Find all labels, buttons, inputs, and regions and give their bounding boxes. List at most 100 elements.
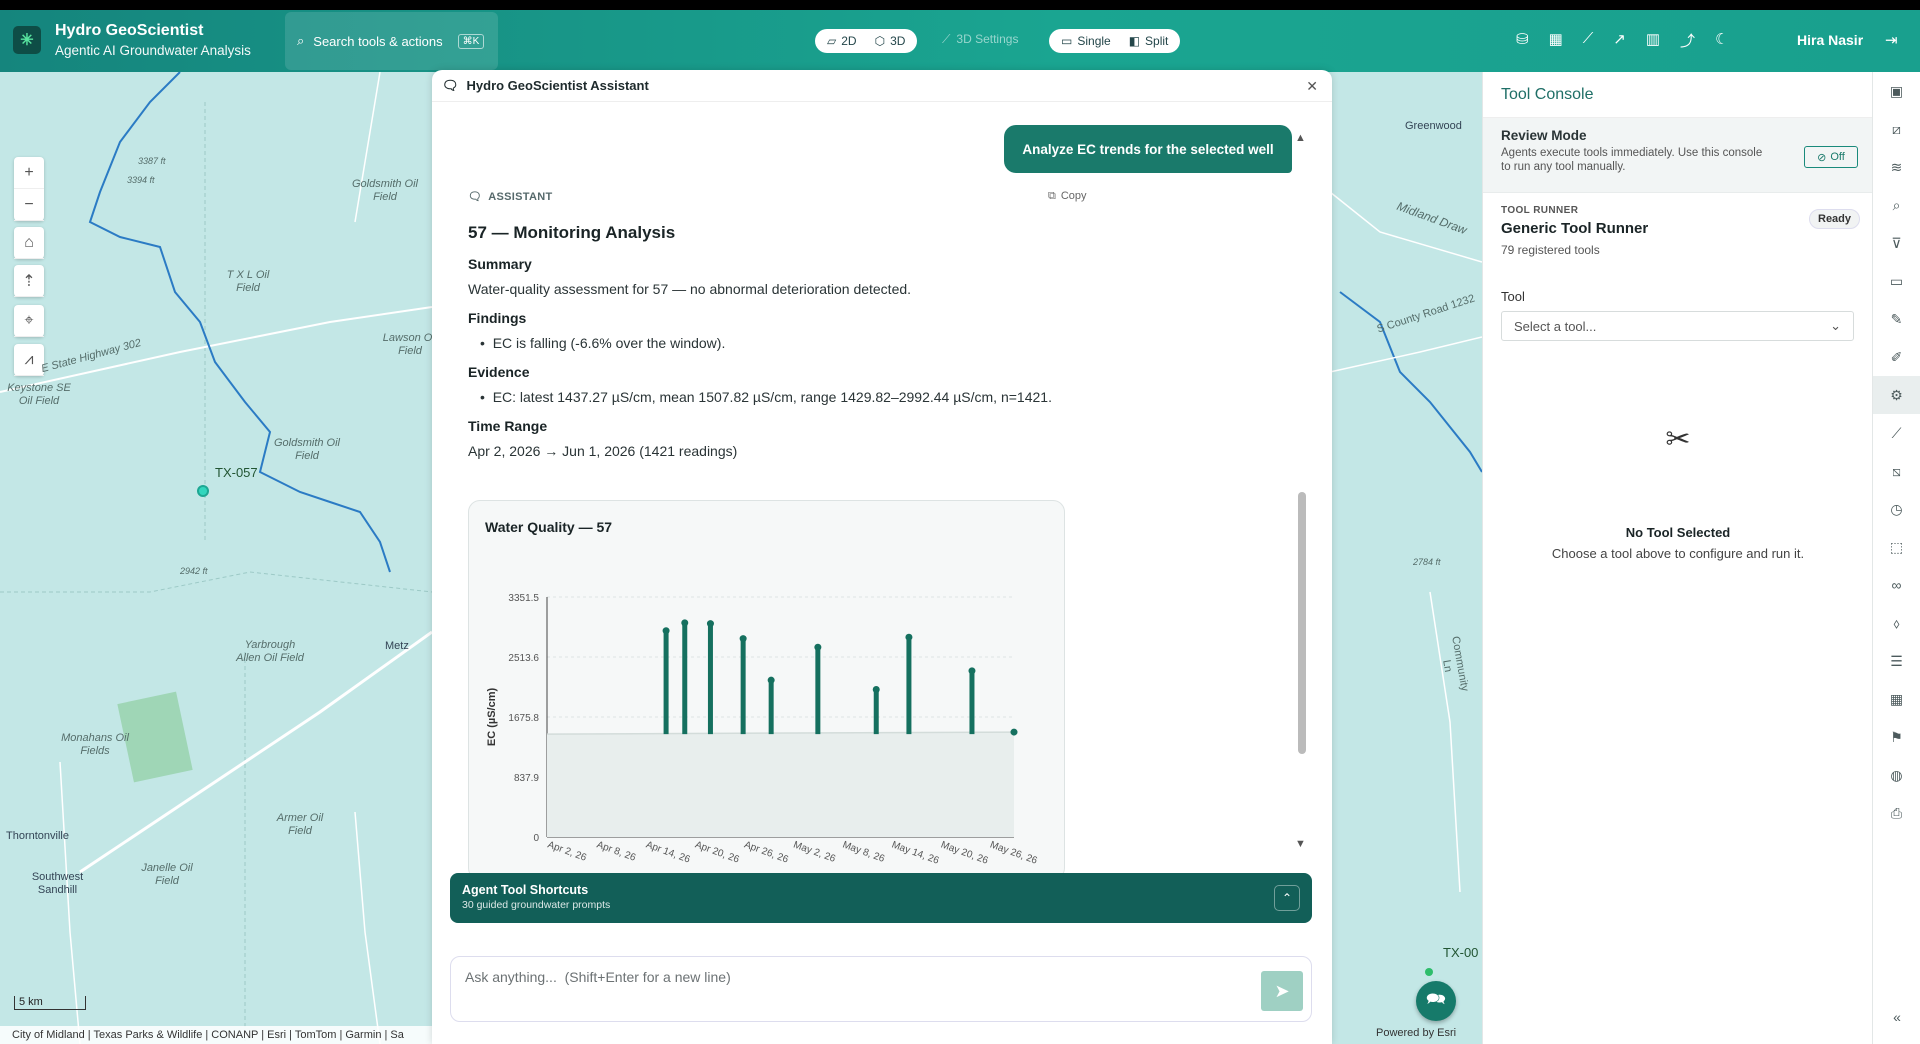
trend-icon[interactable]: ↗ bbox=[1613, 30, 1626, 51]
collapse-icon[interactable]: « bbox=[1873, 998, 1920, 1036]
tool-rail: ▣ ⧄ ≋ ⌕ ⊽ ▭ ✎ ✐ ⚙ ⟋ ⧅ ◷ ⬚ ∞ ⬨ ☰ ▦ ⚑ ◍ ⎙ … bbox=[1872, 72, 1920, 1044]
grid-icon[interactable]: ▦ bbox=[1873, 680, 1920, 718]
y-tick-label: 2513.6 bbox=[508, 653, 539, 664]
well-marker-tx00[interactable] bbox=[1425, 968, 1433, 976]
close-icon[interactable]: ✕ bbox=[1306, 78, 1318, 95]
map-label-lawson: Lawson Oil Field bbox=[382, 332, 438, 357]
3d-settings-button[interactable]: ⟋ 3D Settings bbox=[942, 32, 1018, 47]
review-toggle-label: Off bbox=[1830, 151, 1845, 163]
layout-toggle: ▭ Single ◧ Split bbox=[1049, 29, 1181, 53]
logout-icon[interactable]: ⇥ bbox=[1885, 31, 1898, 49]
search-icon: ⌕ bbox=[297, 33, 305, 48]
locate-button[interactable]: ⌖ bbox=[14, 305, 44, 337]
report-icon[interactable]: ⧄ bbox=[1873, 110, 1920, 148]
map-label-thorntonville: Thorntonville bbox=[6, 830, 69, 842]
x-tick-label: Apr 20, 26 bbox=[693, 839, 741, 865]
scroll-down-icon[interactable]: ▼ bbox=[1295, 838, 1306, 850]
runner-kicker: TOOL RUNNER bbox=[1501, 205, 1579, 216]
globe-icon[interactable]: ◍ bbox=[1873, 756, 1920, 794]
search-tools-button[interactable]: ⌕ Search tools & actions ⌘K bbox=[285, 12, 498, 70]
well-marker-tx057[interactable] bbox=[197, 485, 209, 497]
split-view-button[interactable]: ◧ Split bbox=[1121, 31, 1177, 51]
send-button[interactable]: ➤ bbox=[1261, 971, 1303, 1011]
dark-mode-icon[interactable]: ☾ bbox=[1715, 30, 1728, 51]
zoom-out-button[interactable]: − bbox=[14, 189, 44, 221]
table-icon[interactable]: ▦ bbox=[1549, 30, 1563, 51]
layers-icon[interactable]: ≋ bbox=[1873, 148, 1920, 186]
list-icon[interactable]: ☰ bbox=[1873, 642, 1920, 680]
home-button[interactable]: ⌂ bbox=[14, 227, 44, 259]
select-area-icon[interactable]: ⬚ bbox=[1873, 528, 1920, 566]
tools-icon: ✂ bbox=[1665, 423, 1691, 456]
map-2d-icon: ▱ bbox=[827, 34, 837, 48]
assistant-avatar-icon: 🗨 bbox=[468, 191, 483, 203]
dashboard-icon[interactable]: ▣ bbox=[1873, 72, 1920, 110]
search-shortcut: ⌘K bbox=[457, 33, 485, 49]
user-name[interactable]: Hira Nasir bbox=[1797, 32, 1863, 48]
analysis-title: 57 — Monitoring Analysis bbox=[468, 223, 676, 242]
history-icon[interactable]: ◷ bbox=[1873, 490, 1920, 528]
bar-chart-icon[interactable]: ▥ bbox=[1646, 30, 1660, 51]
time-range-heading: Time Range bbox=[468, 418, 548, 434]
chat-input-box: ➤ bbox=[450, 956, 1312, 1022]
pencil-icon[interactable]: ✎ bbox=[1873, 300, 1920, 338]
single-view-button[interactable]: ▭ Single bbox=[1053, 31, 1119, 51]
zoom-in-button[interactable]: + bbox=[14, 157, 44, 189]
3d-settings-label: 3D Settings bbox=[956, 32, 1019, 46]
area-fill bbox=[547, 732, 1014, 837]
evidence-item: • EC: latest 1437.27 µS/cm, mean 1507.82… bbox=[480, 389, 1052, 405]
chart-rail-icon[interactable]: ⧅ bbox=[1873, 452, 1920, 490]
analytics-icon[interactable]: ⤴ bbox=[1680, 30, 1695, 51]
app-title: Hydro GeoScientist bbox=[55, 22, 204, 39]
empty-title: No Tool Selected bbox=[1625, 525, 1731, 540]
findings-heading: Findings bbox=[468, 310, 527, 326]
copy-button[interactable]: ⧉ Copy bbox=[1048, 190, 1087, 203]
console-title: Tool Console bbox=[1483, 72, 1872, 118]
bookmark-icon[interactable]: ⚑ bbox=[1873, 718, 1920, 756]
tag-icon[interactable]: ⬨ bbox=[1873, 604, 1920, 642]
review-description: Agents execute tools immediately. Use th… bbox=[1501, 147, 1763, 173]
agent-tool-shortcuts[interactable]: Agent Tool Shortcuts 30 guided groundwat… bbox=[450, 873, 1312, 923]
x-tick-label: May 8, 26 bbox=[841, 839, 886, 865]
gear-icon[interactable]: ⚙ bbox=[1873, 376, 1920, 414]
tool-select[interactable]: Select a tool... ⌄ bbox=[1501, 311, 1854, 341]
chevron-up-icon[interactable]: ⌃ bbox=[1274, 885, 1300, 911]
assistant-fab-button[interactable]: 🗪 bbox=[1416, 981, 1456, 1021]
map-label-greenwood: Greenwood bbox=[1405, 120, 1462, 132]
y-tick-label: 3351.5 bbox=[508, 593, 539, 604]
assistant-title: Hydro GeoScientist Assistant bbox=[466, 78, 649, 93]
view-2d-label: 2D bbox=[841, 34, 857, 48]
scroll-up-icon[interactable]: ▲ bbox=[1295, 132, 1306, 144]
print-icon[interactable]: ⎙ bbox=[1873, 794, 1920, 832]
x-tick-label: Apr 26, 26 bbox=[743, 839, 791, 865]
view-2d-button[interactable]: ▱ 2D bbox=[819, 31, 865, 51]
user-message: Analyze EC trends for the selected well bbox=[1004, 125, 1292, 173]
filter-icon[interactable]: ⊽ bbox=[1873, 224, 1920, 262]
compass-button[interactable]: ⇡ bbox=[14, 265, 44, 297]
brand: Hydro GeoScientist Agentic AI Groundwate… bbox=[55, 22, 251, 58]
pin-icon[interactable]: ⟋ bbox=[1873, 414, 1920, 452]
ec-point bbox=[681, 619, 689, 627]
home-icon: ⌂ bbox=[14, 227, 44, 259]
view-3d-button[interactable]: ⬡ 3D bbox=[867, 31, 914, 51]
tool-label: Tool bbox=[1501, 289, 1525, 304]
scale-bar: 5 km bbox=[14, 996, 86, 1010]
x-tick-label: May 26, 26 bbox=[988, 839, 1039, 866]
chat-bubble-icon: 🗪 bbox=[1426, 990, 1446, 1008]
scrollbar-thumb[interactable] bbox=[1298, 492, 1306, 754]
assistant-message: 🗨 ASSISTANT ⧉ Copy 57 — Monitoring Analysi… bbox=[468, 190, 1087, 459]
cube-icon: ⬡ bbox=[874, 34, 886, 48]
chat-input[interactable] bbox=[465, 969, 1245, 985]
ruler-icon[interactable]: ▭ bbox=[1873, 262, 1920, 300]
edit-icon[interactable]: ✐ bbox=[1873, 338, 1920, 376]
search-rail-icon[interactable]: ⌕ bbox=[1873, 186, 1920, 224]
review-mode-toggle[interactable]: ⊘ Off bbox=[1804, 146, 1858, 168]
database-icon[interactable]: ⛁ bbox=[1516, 30, 1529, 51]
line-chart-icon[interactable]: ⟋ bbox=[1583, 30, 1594, 51]
single-view-icon: ▭ bbox=[1061, 34, 1073, 48]
assistant-header: 🗨 Hydro GeoScientist Assistant bbox=[432, 70, 1332, 102]
single-label: Single bbox=[1077, 34, 1111, 48]
elevation-profile-button[interactable]: ⩘ bbox=[14, 344, 44, 376]
evidence-heading: Evidence bbox=[468, 364, 530, 380]
link-icon[interactable]: ∞ bbox=[1873, 566, 1920, 604]
